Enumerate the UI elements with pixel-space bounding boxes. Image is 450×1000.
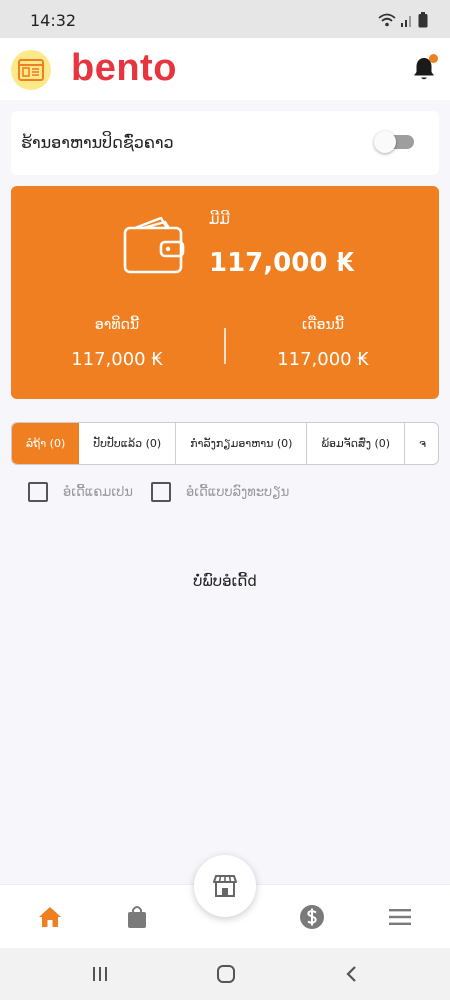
signal-icon — [401, 16, 411, 27]
menu-icon — [389, 909, 411, 925]
recent-apps-button[interactable] — [88, 962, 112, 986]
registered-orders-checkbox[interactable] — [151, 482, 171, 502]
system-navigation-bar — [0, 948, 450, 1000]
wallet-summary-card: ມີມີ 117,000 ₭ ອາທິດນີ້ 117,000 ₭ ເດືອນນ… — [11, 186, 439, 399]
shop-avatar-icon — [18, 59, 44, 81]
dollar-icon — [300, 905, 324, 929]
status-icons — [378, 12, 428, 28]
temporary-closure-label: ຮ້ານອາຫານປິດຊົ່ວຄາວ — [21, 133, 174, 152]
back-icon — [346, 966, 356, 982]
campaign-orders-label: ອໍເດີ້ແຄມເປນ — [63, 484, 133, 500]
temporary-closure-card: ຮ້ານອາຫານປິດຊົ່ວຄາວ — [11, 111, 439, 175]
nav-orders[interactable] — [124, 904, 150, 930]
app-header: bento — [0, 38, 450, 100]
wallet-icon — [123, 216, 185, 274]
wifi-icon — [378, 13, 396, 27]
store-button[interactable] — [194, 855, 256, 917]
weekly-stat: ອາທິດນີ້ 117,000 ₭ — [17, 317, 217, 370]
recent-apps-icon — [93, 967, 107, 981]
monthly-stat: ເດືອນນີ້ 117,000 ₭ — [223, 317, 423, 370]
tab-pending[interactable]: ລໍຖ້າ (0) — [12, 423, 80, 464]
home-system-button[interactable] — [214, 962, 238, 986]
filter-campaign-orders[interactable]: ອໍເດີ້ແຄມເປນ — [28, 482, 133, 502]
filter-registered-orders[interactable]: ອໍເດີ້ແບບລົງທະບຽນ — [151, 482, 289, 502]
toggle-knob — [374, 131, 396, 153]
monthly-stat-label: ເດືອນນີ້ — [302, 317, 344, 333]
nav-menu[interactable] — [387, 904, 413, 930]
back-button[interactable] — [340, 962, 364, 986]
monthly-stat-value: 117,000 ₭ — [277, 349, 369, 370]
tab-ready[interactable]: ພ້ອມຈັດສົ່ງ (0) — [307, 423, 406, 464]
shop-logo[interactable] — [11, 50, 51, 90]
weekly-stat-label: ອາທິດນີ້ — [94, 317, 140, 333]
empty-orders-message: ບໍ່ພົບອໍເດີ້d — [193, 572, 257, 590]
home-circle-icon — [217, 965, 235, 983]
notification-dot — [429, 54, 438, 63]
registered-orders-label: ອໍເດີ້ແບບລົງທະບຽນ — [186, 484, 290, 500]
nav-home[interactable] — [37, 904, 63, 930]
store-icon — [213, 875, 237, 897]
status-bar: 14:32 — [0, 0, 450, 38]
tab-preparing[interactable]: ກຳລັງກຽມອາຫານ (0) — [176, 423, 308, 464]
temporary-closure-toggle[interactable] — [374, 131, 414, 153]
tab-more[interactable]: ຈ — [405, 423, 438, 464]
campaign-orders-checkbox[interactable] — [28, 482, 48, 502]
wallet-label: ມີມີ — [209, 210, 231, 228]
notifications-button[interactable] — [412, 54, 438, 82]
nav-finance[interactable] — [299, 904, 325, 930]
shopping-bag-icon — [128, 906, 146, 928]
home-icon — [39, 907, 61, 927]
weekly-stat-value: 117,000 ₭ — [71, 349, 163, 370]
order-status-tabs: ລໍຖ້າ (0) ປັບປັບແລ້ວ (0) ກຳລັງກຽມອາຫານ (… — [11, 422, 439, 465]
tab-accepted[interactable]: ປັບປັບແລ້ວ (0) — [79, 423, 177, 464]
battery-icon — [418, 12, 428, 28]
brand-logo-text: bento — [71, 47, 177, 89]
status-time: 14:32 — [30, 11, 77, 30]
wallet-balance: 117,000 ₭ — [209, 248, 355, 278]
